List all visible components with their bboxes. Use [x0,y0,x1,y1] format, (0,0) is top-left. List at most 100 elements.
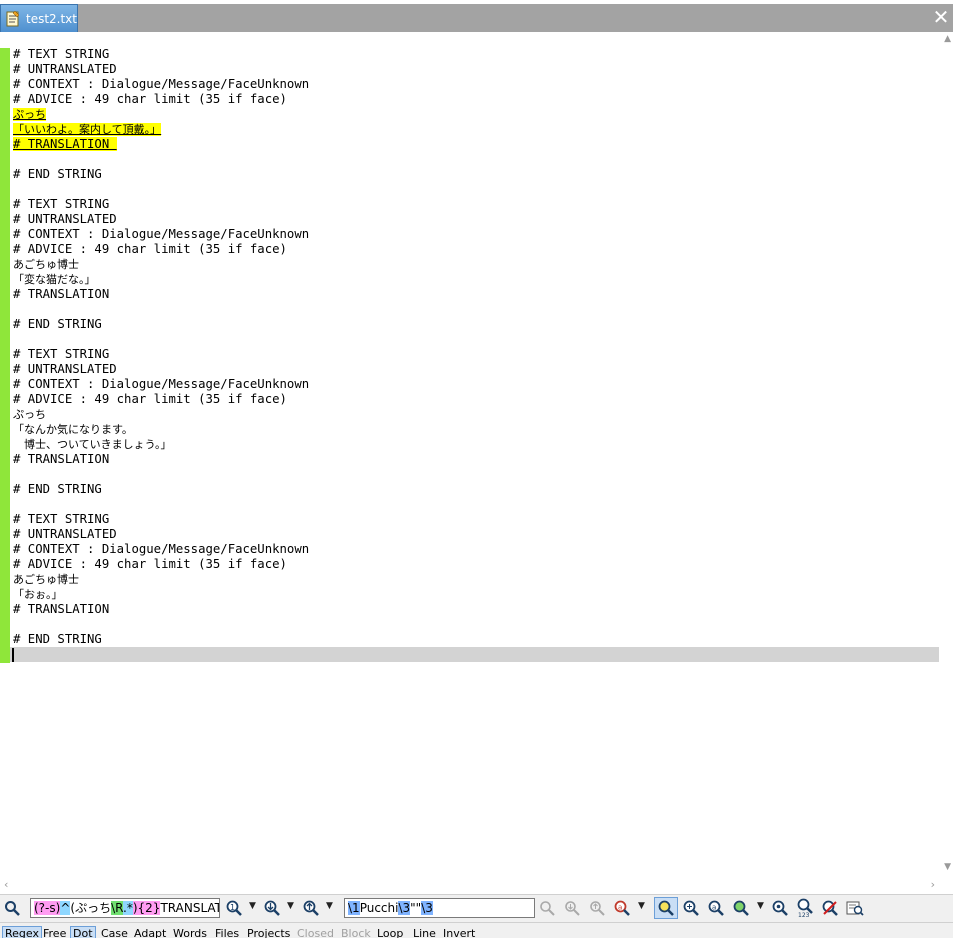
editor-line[interactable]: # TRANSLATION [13,452,309,467]
editor-line[interactable] [13,617,309,632]
editor-line[interactable]: # TRANSLATION [13,602,309,617]
editor-line[interactable]: # UNTRANSLATED [13,527,309,542]
editor-line[interactable] [13,497,309,512]
editor-line[interactable]: # ADVICE : 49 char limit (35 if face) [13,392,309,407]
editor-line-text: # TEXT STRING [13,197,110,211]
editor-line[interactable]: # END STRING [13,632,309,647]
option-words[interactable]: Words [171,927,209,938]
find-in-files-icon[interactable] [770,899,790,917]
find-in-selection-icon[interactable] [681,899,701,917]
find-previous-dropdown-icon[interactable]: ▼ [249,901,256,911]
option-line[interactable]: Line [411,927,438,938]
editor-line[interactable]: # UNTRANSLATED [13,212,309,227]
regex-token: (ぷっち [70,901,112,915]
editor-line[interactable]: 「なんか気になります。 [13,422,309,437]
count-matches-icon[interactable]: 123 [795,898,815,918]
clear-marks-icon[interactable] [820,899,840,917]
editor-line[interactable]: 「変な猫だな。」 [13,272,309,287]
editor-line[interactable]: ぷっち [13,407,309,422]
option-dot[interactable]: Dot [70,926,96,938]
editor-line-text: # TRANSLATION [13,452,110,466]
editor-line[interactable]: 「おぉ。」 [13,587,309,602]
editor-line[interactable] [13,302,309,317]
editor-line[interactable]: # TEXT STRING [13,197,309,212]
editor-line[interactable]: # TEXT STRING [13,47,309,62]
find-input[interactable]: (?-s)^(ぷっち\R.*){2}TRANSLATION [30,898,220,918]
tab-test2-txt[interactable]: test2.txt [0,4,78,32]
editor-line[interactable]: # END STRING [13,167,309,182]
editor-line[interactable]: 「いいわよ。案内して頂戴。」 [13,122,309,137]
editor-line[interactable]: # TEXT STRING [13,512,309,527]
horizontal-scrollbar[interactable]: ‹ › [0,878,953,894]
scroll-left-arrow-icon[interactable]: ‹ [4,878,8,891]
editor-line[interactable]: # ADVICE : 49 char limit (35 if face) [13,92,309,107]
editor-line[interactable] [13,467,309,482]
editor-line[interactable]: # CONTEXT : Dialogue/Message/FaceUnknown [13,77,309,92]
option-block[interactable]: Block [339,927,373,938]
editor-line[interactable]: # END STRING [13,317,309,332]
editor-line[interactable]: # ADVICE : 49 char limit (35 if face) [13,557,309,572]
replace-up-icon[interactable] [588,899,606,917]
replace-icon-1[interactable] [538,899,556,917]
editor-line[interactable]: # TEXT STRING [13,347,309,362]
editor-line[interactable]: # TRANSLATION [13,287,309,302]
option-case[interactable]: Case [99,927,130,938]
regex-token: TRANSLATION [160,901,220,915]
mark-icon[interactable] [731,899,751,917]
mark-dropdown-icon[interactable]: ▼ [757,901,764,911]
replace-input[interactable]: \1Pucchi\3""\3 [344,898,535,918]
option-adapt[interactable]: Adapt [132,927,168,938]
editor-line[interactable]: # UNTRANSLATED [13,362,309,377]
scroll-right-arrow-icon[interactable]: › [931,878,935,891]
replace-dropdown-icon[interactable]: ▼ [638,901,645,911]
highlight-all-icon[interactable] [654,897,678,919]
editor-line[interactable]: # CONTEXT : Dialogue/Message/FaceUnknown [13,227,309,242]
search-magnifier-icon[interactable] [2,899,22,917]
editor-line-text: あごちゅ博士 [13,573,79,586]
find-next-dropdown-icon[interactable]: ▼ [287,901,294,911]
find-all-icon[interactable]: a [706,899,726,917]
scroll-up-arrow-icon[interactable]: ▲ [944,34,951,44]
option-loop[interactable]: Loop [375,927,405,938]
editor-line[interactable]: 博士、ついていきましょう。」 [13,437,309,452]
regex-token: ^ [60,901,71,915]
editor-line[interactable]: # CONTEXT : Dialogue/Message/FaceUnknown [13,377,309,392]
option-regex[interactable]: Regex [2,926,42,938]
editor-line[interactable]: # END STRING [13,482,309,497]
svg-text:1: 1 [230,903,235,912]
editor-line-text: # CONTEXT : Dialogue/Message/FaceUnknown [13,377,310,391]
option-free[interactable]: Free [41,927,68,938]
scroll-down-arrow-icon[interactable]: ▼ [944,862,951,872]
option-projects[interactable]: Projects [245,927,292,938]
find-next-icon[interactable] [262,899,282,917]
editor-line[interactable]: # TRANSLATION [13,137,309,152]
editor-line[interactable]: # CONTEXT : Dialogue/Message/FaceUnknown [13,542,309,557]
regex-token: Pucchi [359,901,399,915]
option-files[interactable]: Files [213,927,241,938]
editor-line[interactable]: # ADVICE : 49 char limit (35 if face) [13,242,309,257]
find-up-icon[interactable] [301,899,321,917]
editor-line[interactable] [13,332,309,347]
editor-line[interactable] [13,182,309,197]
replace-down-icon[interactable] [563,899,581,917]
editor-line-text: # UNTRANSLATED [13,527,117,541]
search-results-icon[interactable] [845,899,865,917]
text-editor[interactable]: # TEXT STRING # UNTRANSLATED # CONTEXT : D… [0,32,953,878]
option-closed[interactable]: Closed [295,927,336,938]
editor-line-text: ぷっち [13,108,46,121]
find-previous-icon[interactable]: 1 [224,899,244,917]
editor-line[interactable] [13,152,309,167]
editor-line-text: 「おぉ。」 [13,588,63,601]
search-options-bar: Regex Free Dot Case Adapt Words Files Projects C… [0,922,953,938]
editor-line[interactable]: # UNTRANSLATED [13,62,309,77]
editor-line[interactable]: あごちゅ博士 [13,572,309,587]
editor-line[interactable]: あごちゅ博士 [13,257,309,272]
editor-text[interactable]: # TEXT STRING # UNTRANSLATED # CONTEXT : D… [13,47,309,647]
editor-line-text: 博士、ついていきましょう。」 [13,438,172,451]
find-up-dropdown-icon[interactable]: ▼ [326,901,333,911]
close-tab-icon[interactable]: ✕ [931,6,951,28]
editor-line-text: ぷっち [13,408,46,421]
option-invert[interactable]: Invert [441,927,477,938]
editor-line[interactable]: ぷっち [13,107,309,122]
replace-all-icon[interactable]: a [613,899,631,917]
